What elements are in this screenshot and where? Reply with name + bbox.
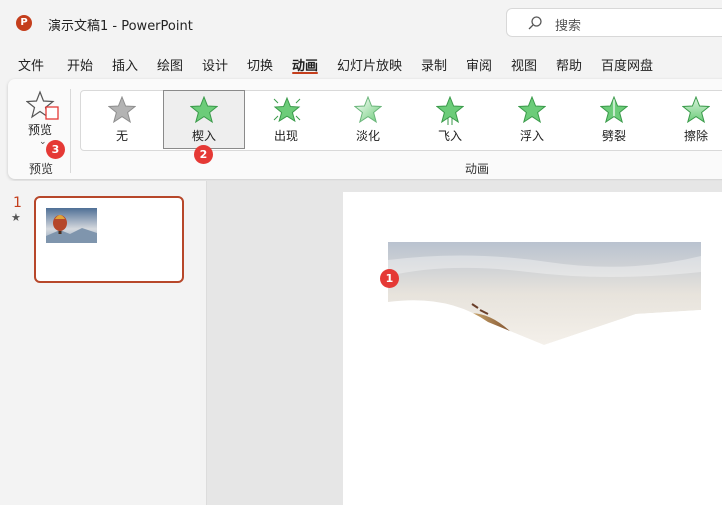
tab-baidu-netdisk[interactable]: 百度网盘 [601,55,653,74]
star-faded-green-icon [354,96,382,124]
tab-review[interactable]: 审阅 [466,55,492,74]
chevron-down-icon[interactable]: ⌄ [39,137,47,147]
search-placeholder: 搜索 [555,19,582,34]
animation-label: 淡化 [355,129,380,143]
animation-label: 出现 [273,129,298,143]
group-divider [70,89,71,173]
tab-transitions[interactable]: 切换 [247,55,273,74]
animation-label: 无 [115,129,128,143]
animation-gallery: 无 楔入 出现 淡化 飞入 浮入 劈裂 擦除 [80,90,722,151]
animation-appear[interactable]: 出现 [246,91,326,148]
title-bar: P 演示文稿1 - PowerPoint 搜索 [0,0,722,46]
animation-float-in[interactable]: 浮入 [492,91,572,148]
animation-label: 浮入 [519,129,544,143]
preview-button-label: 预览 [28,123,53,137]
window-title: 演示文稿1 - PowerPoint [48,19,193,34]
star-green-icon [518,96,546,124]
search-box[interactable]: 搜索 [506,8,722,37]
animation-none[interactable]: 无 [82,91,162,148]
tab-home[interactable]: 开始 [67,55,93,74]
group-label-animation: 动画 [465,162,490,176]
group-label-preview: 预览 [29,162,54,176]
star-split-green-icon [600,96,628,124]
animation-fly-in[interactable]: 飞入 [410,91,490,148]
animation-fade[interactable]: 淡化 [328,91,408,148]
tab-design[interactable]: 设计 [202,55,228,74]
animation-label: 擦除 [683,129,708,143]
tab-insert[interactable]: 插入 [112,55,138,74]
animation-label: 飞入 [437,129,462,143]
slide-thumbnail[interactable] [34,196,184,283]
balloon-thumbnail-image [46,208,97,243]
animations-ribbon: 预览 ⌄ 预览 无 楔入 出现 淡化 飞入 浮入 劈裂 擦除 动画 [8,79,722,179]
tab-record[interactable]: 录制 [421,55,447,74]
animation-label: 楔入 [191,129,216,143]
animation-wedge[interactable]: 楔入 [163,90,245,149]
current-slide[interactable] [343,192,722,505]
tab-view[interactable]: 视图 [511,55,537,74]
tab-file[interactable]: 文件 [18,55,44,74]
animation-wipe[interactable]: 擦除 [656,91,722,148]
tab-help[interactable]: 帮助 [556,55,582,74]
star-fly-green-icon [436,96,464,125]
tab-draw[interactable]: 绘图 [157,55,183,74]
animation-marker-icon: ★ [11,211,21,224]
step-badge-2: 2 [194,145,213,164]
preview-star-icon [26,90,59,120]
search-icon [528,16,542,30]
star-wipe-green-icon [682,96,710,124]
balloon-picture-wedge-animation[interactable] [388,242,701,347]
star-green-icon [190,96,218,124]
step-badge-1: 1 [380,269,399,288]
star-gray-icon [108,96,136,124]
animation-label: 劈裂 [601,129,626,143]
powerpoint-logo-icon: P [16,15,32,31]
animation-split[interactable]: 劈裂 [574,91,654,148]
step-badge-3: 3 [46,140,65,159]
star-burst-green-icon [273,96,301,123]
slide-number: 1 [13,195,22,211]
ribbon-tabs: 文件 开始 插入 绘图 设计 切换 动画 幻灯片放映 录制 审阅 视图 帮助 百… [0,50,722,78]
tab-slideshow[interactable]: 幻灯片放映 [337,55,402,74]
active-tab-indicator [292,72,318,74]
